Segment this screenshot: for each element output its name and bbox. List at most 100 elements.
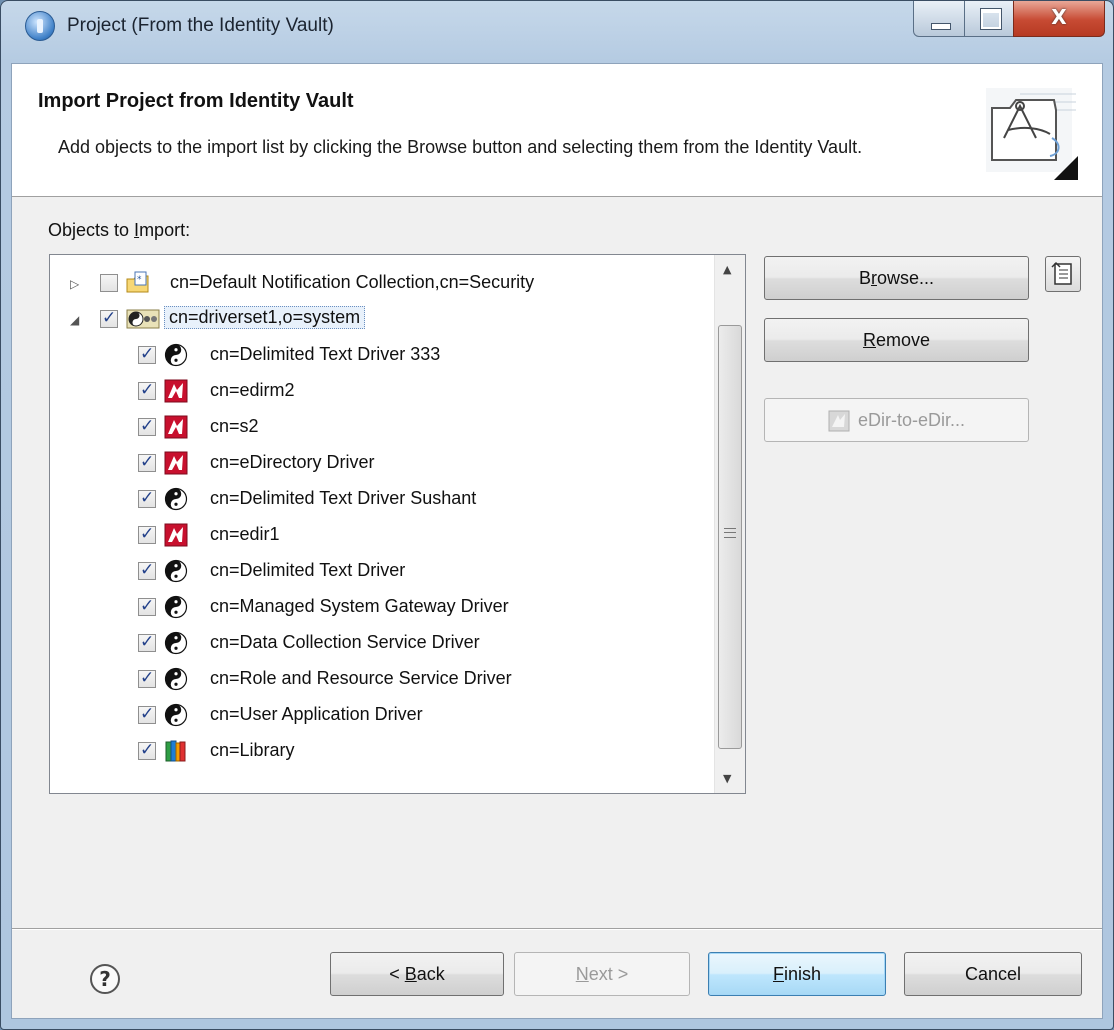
back-button[interactable]: < Back [330,952,504,996]
page-description: Add objects to the import list by clicki… [58,137,863,157]
grip-icon [724,528,736,538]
tree-row[interactable]: cn=s2 [50,411,710,445]
cancel-button[interactable]: Cancel [904,952,1082,996]
tree-row[interactable]: ◢ cn=driverset1,o=system [50,303,710,337]
yin-yang-driver-icon [164,559,188,583]
tree-item-label[interactable]: cn=driverset1,o=system [164,306,366,329]
tree-row[interactable]: cn=Role and Resource Service Driver [50,663,710,697]
tree-checkbox[interactable] [138,488,156,508]
tree-row[interactable]: cn=Library [50,735,710,769]
scroll-thumb[interactable] [718,325,742,749]
tree-row[interactable]: ▷ * cn=Default Notification Collection,cn=… [50,267,710,301]
notification-folder-icon: * [126,271,150,295]
driverset-icon [126,307,160,331]
title-bar[interactable]: Project (From the Identity Vault) X [1,1,1113,61]
btn-text: ext > [588,964,629,984]
page-title: Import Project from Identity Vault [38,90,354,112]
btn-text: < [389,964,405,984]
library-books-icon [164,739,188,763]
tree-checkbox[interactable] [138,632,156,652]
tree-item-label[interactable]: cn=Data Collection Service Driver [210,632,480,653]
tree-checkbox[interactable] [100,308,118,328]
tree-checkbox[interactable] [138,596,156,616]
footer-divider [12,928,1102,930]
tree-row[interactable]: cn=Delimited Text Driver Sushant [50,483,710,517]
window-title: Project (From the Identity Vault) [67,15,334,36]
tree-item-label[interactable]: cn=Delimited Text Driver 333 [210,344,440,365]
label-text-end: mport: [139,220,191,240]
yin-yang-driver-icon [164,667,188,691]
tree-item-label[interactable]: cn=Delimited Text Driver [210,560,405,581]
next-button[interactable]: Next > [514,952,690,996]
objects-tree[interactable]: ▷ * cn=Default Notification Collection,cn=… [49,254,746,794]
minimize-icon [931,23,951,30]
edirectory-driver-icon [164,451,188,475]
dialog-window: Project (From the Identity Vault) X Impo… [0,0,1114,1030]
edirectory-driver-icon [164,379,188,403]
app-icon [25,11,55,41]
tree-row[interactable]: cn=User Application Driver [50,699,710,733]
tree-row[interactable]: cn=eDirectory Driver [50,447,710,481]
tree-row[interactable]: cn=edir1 [50,519,710,553]
tree-checkbox[interactable] [138,704,156,724]
tree-item-label[interactable]: cn=Library [210,740,295,761]
tree-item-label[interactable]: cn=edirm2 [210,380,295,401]
tree-item-label[interactable]: cn=s2 [210,416,259,437]
wizard-banner: Import Project from Identity Vault Add o… [12,64,1102,197]
btn-text: eDir-to-eDir... [857,410,965,430]
remove-button[interactable]: Remove [764,318,1029,362]
tree-checkbox[interactable] [138,380,156,400]
objects-to-import-label: Objects to Import: [48,220,190,241]
tree-item-label[interactable]: cn=edir1 [210,524,280,545]
wizard-compass-icon [986,88,1078,180]
btn-text: emove [875,330,931,350]
tree-item-label[interactable]: cn=eDirectory Driver [210,452,375,473]
yin-yang-driver-icon [164,631,188,655]
expand-icon[interactable]: ▷ [70,277,79,291]
tree-item-label[interactable]: cn=Default Notification Collection,cn=Se… [170,272,534,293]
tree-row[interactable]: cn=Delimited Text Driver 333 [50,339,710,373]
edirectory-driver-icon [164,523,188,547]
list-import-icon [1051,261,1072,285]
tree-row[interactable]: cn=Managed System Gateway Driver [50,591,710,625]
tree-item-label[interactable]: cn=Managed System Gateway Driver [210,596,509,617]
close-button[interactable]: X [1013,1,1105,37]
yin-yang-driver-icon [164,595,188,619]
tree-checkbox[interactable] [138,452,156,472]
close-icon: X [1051,5,1067,29]
tree-row[interactable]: cn=Delimited Text Driver [50,555,710,589]
collapse-icon[interactable]: ◢ [70,313,79,327]
edir-to-edir-button[interactable]: eDir-to-eDir... [764,398,1029,442]
label-text: Objects to [48,220,135,240]
tree-checkbox[interactable] [138,668,156,688]
scroll-down-icon[interactable]: ▼ [723,772,731,785]
tree-checkbox[interactable] [100,274,118,292]
dialog-body: Import Project from Identity Vault Add o… [11,63,1103,1019]
tree-checkbox[interactable] [138,344,156,364]
scroll-up-icon[interactable]: ▲ [723,263,731,276]
btn-text: ack [416,964,445,984]
btn-mnemonic: R [862,330,876,350]
tree-row[interactable]: cn=edirm2 [50,375,710,409]
btn-text: owse... [876,268,935,288]
edirectory-driver-icon [828,410,850,432]
tree-item-label[interactable]: cn=Delimited Text Driver Sushant [210,488,476,509]
import-list-button[interactable] [1045,256,1081,292]
help-icon[interactable]: ? [90,964,120,994]
minimize-button[interactable] [913,1,965,37]
tree-checkbox[interactable] [138,416,156,436]
edirectory-driver-icon [164,415,188,439]
tree-checkbox[interactable] [138,524,156,544]
yin-yang-driver-icon [164,487,188,511]
maximize-button[interactable] [964,1,1014,37]
tree-row[interactable]: cn=Data Collection Service Driver [50,627,710,661]
vertical-scrollbar[interactable]: ▲ ▼ [714,255,745,793]
browse-button[interactable]: Browse... [764,256,1029,300]
tree-item-label[interactable]: cn=Role and Resource Service Driver [210,668,512,689]
btn-mnemonic: N [575,964,589,984]
btn-mnemonic: B [404,964,417,984]
tree-checkbox[interactable] [138,740,156,760]
tree-checkbox[interactable] [138,560,156,580]
tree-item-label[interactable]: cn=User Application Driver [210,704,423,725]
finish-button[interactable]: Finish [708,952,886,996]
